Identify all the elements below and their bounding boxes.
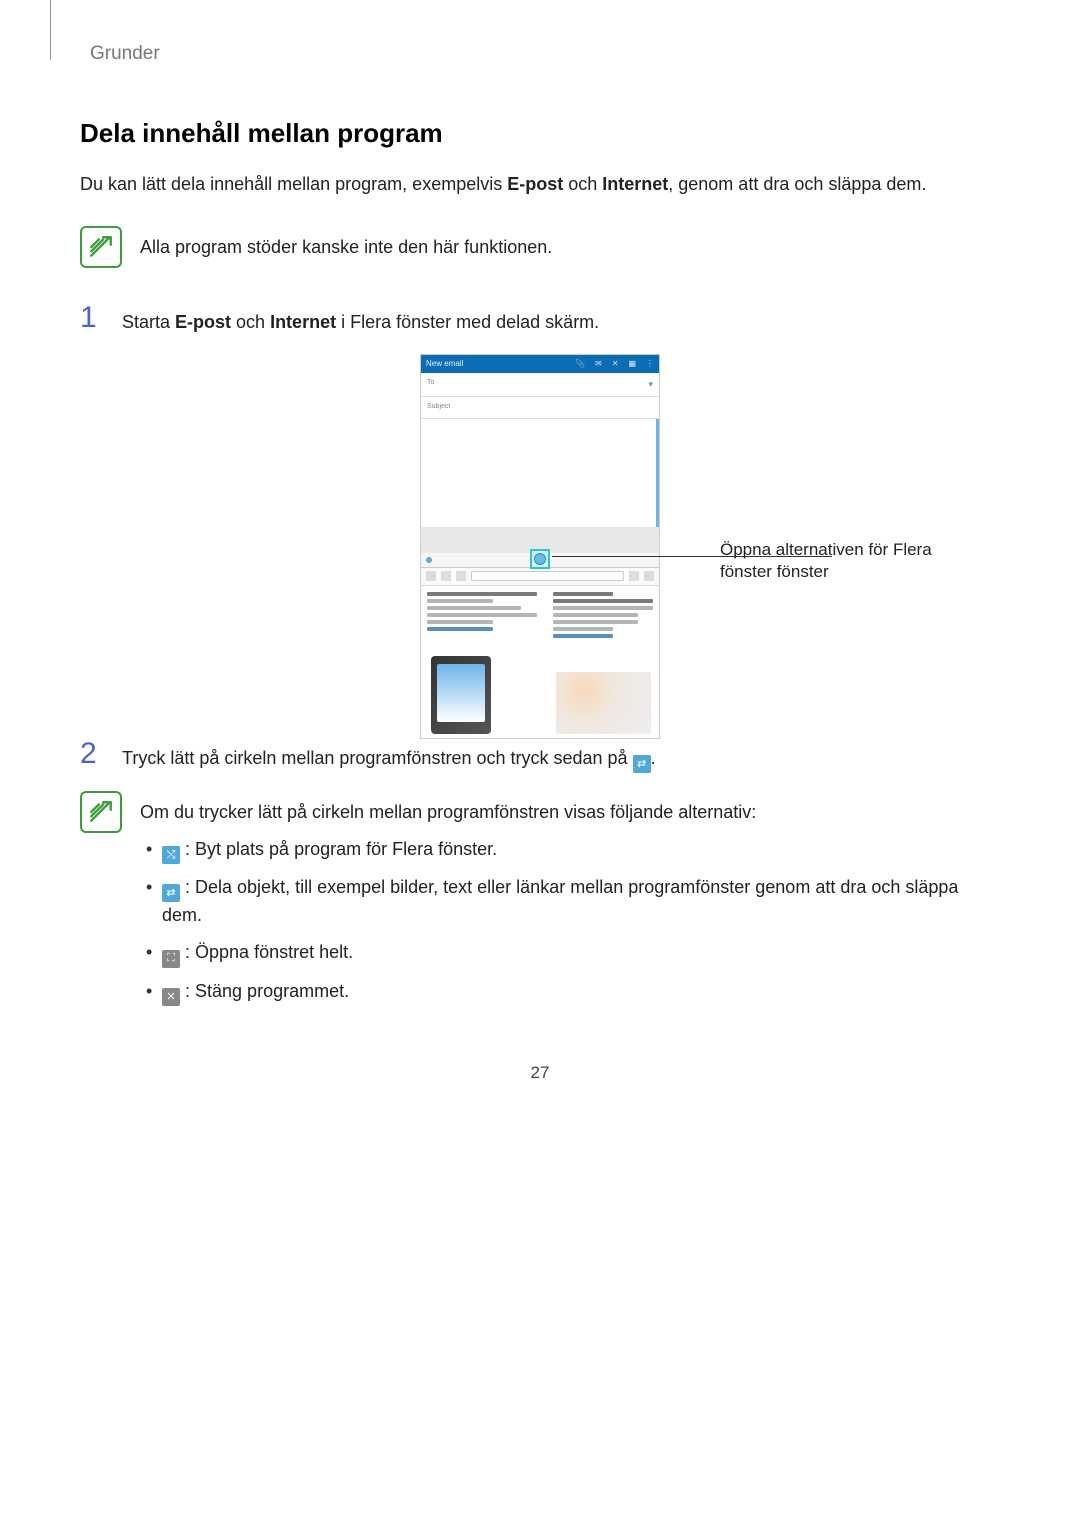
send-icon: ✉	[595, 358, 602, 370]
phone-image-placeholder	[431, 656, 491, 734]
email-title: New email	[426, 358, 463, 370]
misc-image-placeholder	[556, 672, 651, 734]
step1-pre: Starta	[122, 312, 175, 332]
section-header: Grunder	[80, 40, 1000, 69]
tab-dot	[426, 557, 432, 563]
option-expand: ⛶ : Öppna fönstret helt.	[140, 939, 1000, 967]
chevron-down-icon: ▾	[648, 378, 653, 392]
step-2-number: 2	[80, 739, 106, 769]
save-icon: ▦	[628, 358, 636, 370]
blur-line	[553, 606, 653, 610]
blur-line	[427, 606, 521, 610]
blur-line	[553, 634, 613, 638]
note-2-intro: Om du trycker lätt på cirkeln mellan pro…	[140, 799, 1000, 826]
drag-share-icon: ⇄	[162, 884, 180, 902]
option-close-text: : Stäng programmet.	[185, 981, 349, 1001]
blur-line	[427, 592, 537, 596]
option-close: ✕ : Stäng programmet.	[140, 978, 1000, 1006]
step-1-text: Starta E-post och Internet i Flera fönst…	[122, 303, 1000, 336]
blur-line	[553, 620, 638, 624]
callout-label: Öppna alternativen för Flera fönster fön…	[720, 539, 980, 585]
note-icon	[80, 791, 122, 833]
step1-mid: och	[231, 312, 270, 332]
to-label: To	[427, 378, 434, 392]
subject-label: Subject	[427, 402, 450, 413]
bookmark-icon	[629, 571, 639, 581]
blur-line	[553, 627, 613, 631]
blur-line	[553, 592, 613, 596]
blur-line	[553, 599, 653, 603]
page-number: 27	[0, 1060, 1080, 1086]
step-2-text: Tryck lätt på cirkeln mellan programföns…	[122, 739, 1000, 773]
note-box-1: Alla program stöder kanske inte den här …	[80, 226, 1000, 268]
browser-url-bar	[421, 568, 659, 586]
intro-text-2: , genom att dra och släppa dem.	[668, 174, 926, 194]
step-1-number: 1	[80, 303, 106, 333]
step-1: 1 Starta E-post och Internet i Flera fön…	[80, 303, 1000, 336]
step-2: 2 Tryck lätt på cirkeln mellan programfö…	[80, 739, 1000, 773]
email-body	[421, 419, 659, 527]
menu-icon: ⋮	[646, 358, 654, 370]
close-icon: ✕	[162, 988, 180, 1006]
option-swap: ⤭ : Byt plats på program för Flera fönst…	[140, 836, 1000, 864]
email-titlebar: New email 📎 ✉ ✕ ▦ ⋮	[421, 355, 659, 373]
option-dragshare: ⇄ : Dela objekt, till exempel bilder, te…	[140, 874, 1000, 929]
note-2-option-list: ⤭ : Byt plats på program för Flera fönst…	[140, 836, 1000, 1006]
step1-b1: E-post	[175, 312, 231, 332]
expand-icon: ⛶	[162, 950, 180, 968]
intro-paragraph: Du kan lätt dela innehåll mellan program…	[80, 171, 1000, 198]
intro-bold-1: E-post	[507, 174, 563, 194]
home-icon	[456, 571, 466, 581]
email-titlebar-icons: 📎 ✉ ✕ ▦ ⋮	[575, 358, 654, 370]
option-swap-text: : Byt plats på program för Flera fönster…	[185, 839, 497, 859]
forward-icon	[441, 571, 451, 581]
browser-pane	[421, 553, 659, 738]
blur-line	[427, 620, 493, 624]
step1-b2: Internet	[270, 312, 336, 332]
option-expand-text: : Öppna fönstret helt.	[185, 942, 353, 962]
note-icon	[80, 226, 122, 268]
subject-field: Subject	[421, 397, 659, 419]
back-icon	[426, 571, 436, 581]
url-field	[471, 571, 624, 581]
step2-text-after: .	[651, 748, 656, 768]
share-icon: ⇄	[633, 755, 651, 773]
attach-icon: 📎	[575, 358, 585, 370]
intro-text-mid: och	[563, 174, 602, 194]
tabs-icon	[644, 571, 654, 581]
blur-line	[427, 613, 537, 617]
step2-text-main: Tryck lätt på cirkeln mellan programföns…	[122, 748, 633, 768]
multiwindow-screenshot: New email 📎 ✉ ✕ ▦ ⋮ To ▾ Subject	[420, 354, 660, 739]
browser-content	[421, 586, 659, 738]
intro-bold-2: Internet	[602, 174, 668, 194]
note-text-1: Alla program stöder kanske inte den här …	[140, 226, 1000, 261]
blur-line	[553, 613, 638, 617]
page-title: Dela innehåll mellan program	[80, 114, 1000, 153]
email-pane: New email 📎 ✉ ✕ ▦ ⋮ To ▾ Subject	[421, 355, 659, 553]
multiwindow-handle-icon	[530, 549, 550, 569]
page-edge-rule	[50, 0, 51, 60]
intro-text-1: Du kan lätt dela innehåll mellan program…	[80, 174, 507, 194]
to-field: To ▾	[421, 373, 659, 398]
step1-post: i Flera fönster med delad skärm.	[336, 312, 599, 332]
swap-icon: ⤭	[162, 846, 180, 864]
note-2-body: Om du trycker lätt på cirkeln mellan pro…	[140, 791, 1000, 1016]
note-box-2: Om du trycker lätt på cirkeln mellan pro…	[80, 791, 1000, 1016]
x-icon: ✕	[612, 358, 619, 370]
option-dragshare-text: : Dela objekt, till exempel bilder, text…	[162, 877, 958, 925]
blur-line	[427, 627, 493, 631]
blur-line	[427, 599, 493, 603]
